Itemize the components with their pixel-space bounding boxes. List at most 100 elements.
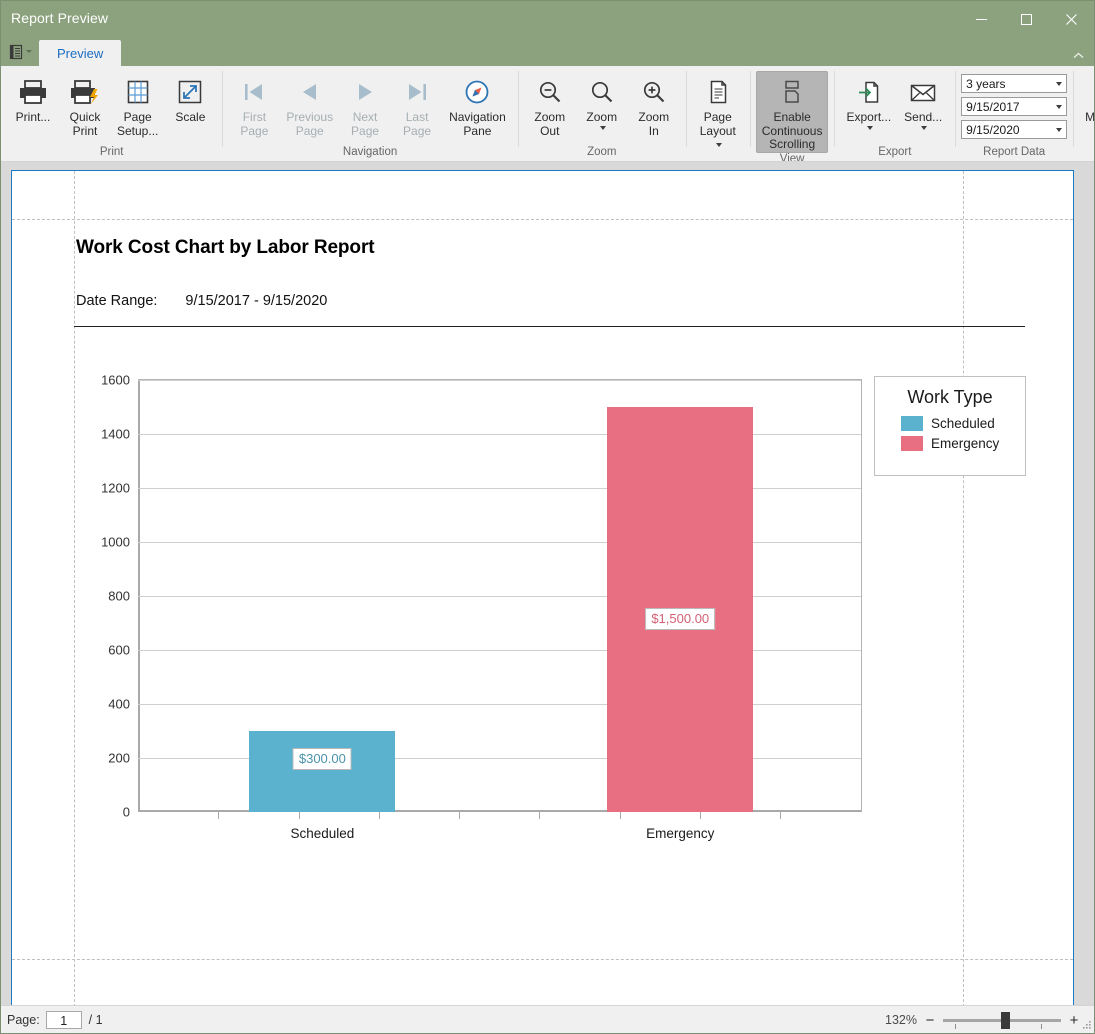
y-tick-label: 1600: [101, 372, 130, 388]
document-preview-area[interactable]: Work Cost Chart by Labor Report Date Ran…: [1, 162, 1094, 1005]
ribbon-group-view-label: View: [779, 152, 805, 162]
date-preset-value: 3 years: [966, 76, 1006, 91]
ribbon-group-report-data-label: Report Data: [983, 146, 1046, 158]
y-tick-label: 1400: [101, 426, 130, 442]
chart-plot-area: 1600 1400 1200 1000 800 600 400 200 0 $3…: [101, 373, 862, 841]
ribbon-group-report-actions: Memorize Report Customize Report Actions: [1073, 66, 1094, 161]
page-setup-button[interactable]: Page Setup...: [111, 71, 164, 139]
quick-access-caret-icon: [26, 50, 32, 53]
chevron-down-icon: [1049, 121, 1066, 138]
y-tick-label: 200: [108, 750, 130, 766]
page-number-input[interactable]: 1: [45, 1010, 82, 1029]
ribbon-tab-strip: Preview: [1, 37, 1094, 66]
ribbon-group-export: Export... Send... Export: [834, 66, 955, 161]
zoom-in-button-status[interactable]: +: [1068, 1013, 1080, 1028]
window-title: Report Preview: [11, 10, 109, 26]
legend-item-emergency: Emergency: [901, 436, 999, 451]
bar-scheduled: $300.00: [249, 731, 396, 812]
maximize-button[interactable]: [1004, 1, 1049, 37]
date-to-select[interactable]: 9/15/2020: [961, 120, 1068, 139]
legend-label-emergency: Emergency: [931, 436, 1000, 451]
zoom-out-button-status[interactable]: −: [924, 1013, 936, 1028]
resize-grip-icon[interactable]: [1080, 1019, 1092, 1031]
memorize-report-button-label: Memorize Report: [1085, 110, 1094, 138]
x-axis-label-emergency: Emergency: [646, 826, 715, 841]
legend-swatch-emergency: [901, 436, 923, 451]
ribbon-group-zoom: Zoom Out Zoom Zoom In Zoom: [517, 66, 686, 161]
ribbon-group-navigation: First Page Previous Page Next Page Last …: [222, 66, 517, 161]
zoom-out-button[interactable]: Zoom Out: [524, 71, 576, 139]
print-button[interactable]: Print...: [7, 71, 59, 126]
zoom-percent-label: 132%: [885, 1013, 917, 1027]
next-page-button[interactable]: Next Page: [339, 71, 391, 139]
scale-button[interactable]: Scale: [164, 71, 216, 126]
page-setup-button-label: Page Setup...: [117, 110, 159, 138]
x-tick-mark: [218, 812, 220, 819]
report-title: Work Cost Chart by Labor Report: [76, 237, 375, 258]
quick-access-toolbar[interactable]: [1, 37, 39, 66]
zoom-in-button-label: Zoom In: [638, 110, 670, 138]
ribbon-group-print-label: Print: [99, 146, 124, 158]
zoom-slider-notch: [1041, 1024, 1042, 1029]
y-tick-label: 1000: [101, 534, 130, 550]
compass-icon: [463, 75, 491, 109]
y-tick-label: 0: [122, 804, 130, 820]
page-layout-button[interactable]: Page Layout: [692, 71, 744, 153]
x-tick-mark: [298, 812, 300, 819]
export-button[interactable]: Export...: [840, 71, 897, 131]
date-from-select[interactable]: 9/15/2017: [961, 97, 1068, 116]
memorize-report-button[interactable]: Memorize Report: [1079, 71, 1094, 139]
zoom-slider-thumb[interactable]: [1001, 1012, 1010, 1029]
date-range-label: Date Range:: [76, 293, 158, 309]
window-controls: [959, 1, 1094, 37]
page-setup-icon: [124, 75, 152, 109]
chevron-down-icon: [1049, 98, 1066, 115]
quick-print-button-label: Quick Print: [69, 110, 101, 138]
first-page-icon: [241, 75, 267, 109]
legend-items: Scheduled Emergency: [875, 416, 999, 456]
export-icon: [855, 75, 883, 109]
ribbon-group-report-actions-label: Report Actions: [1073, 146, 1094, 161]
work-cost-chart: 1600 1400 1200 1000 800 600 400 200 0 $3…: [74, 371, 1026, 891]
report-date-range: Date Range: 9/15/2017 - 9/15/2020: [76, 293, 327, 309]
navigation-pane-button-label: Navigation Pane: [449, 110, 506, 138]
scale-button-label: Scale: [175, 110, 206, 124]
last-page-icon: [404, 75, 430, 109]
close-button[interactable]: [1049, 1, 1094, 37]
legend-title: Work Type: [907, 387, 993, 407]
close-icon: [1066, 13, 1077, 25]
send-button[interactable]: Send...: [897, 71, 949, 131]
previous-page-button-label: Previous Page: [286, 110, 334, 138]
ribbon-group-view: Enable Continuous Scrolling View: [749, 66, 835, 162]
navigation-pane-button[interactable]: Navigation Pane: [443, 71, 512, 139]
chart-legend: Work Type Scheduled Emergency: [874, 376, 1026, 476]
date-from-value: 9/15/2017: [966, 99, 1020, 114]
previous-page-button[interactable]: Previous Page: [280, 71, 339, 139]
zoom-menu-caret-icon: [598, 125, 606, 130]
zoom-in-button[interactable]: Zoom In: [628, 71, 680, 139]
legend-swatch-scheduled: [901, 416, 923, 431]
send-caret-icon: [919, 125, 928, 130]
legend-item-scheduled: Scheduled: [901, 416, 999, 431]
last-page-button[interactable]: Last Page: [391, 71, 443, 139]
last-page-button-label: Last Page: [403, 110, 432, 138]
zoom-menu-button[interactable]: Zoom: [576, 71, 628, 131]
minimize-button[interactable]: [959, 1, 1004, 37]
maximize-icon: [1021, 13, 1032, 25]
date-preset-select[interactable]: 3 years: [961, 74, 1068, 93]
ribbon-group-zoom-label: Zoom: [587, 146, 617, 158]
quick-print-button[interactable]: Quick Print: [59, 71, 111, 139]
tab-preview[interactable]: Preview: [39, 40, 122, 66]
first-page-button[interactable]: First Page: [228, 71, 280, 139]
zoom-controls: 132% − +: [883, 1006, 1080, 1034]
bar-label-scheduled: $300.00: [292, 748, 352, 770]
print-button-label: Print...: [15, 110, 51, 124]
chevron-down-icon: [1049, 75, 1066, 92]
x-tick-mark: [459, 812, 460, 819]
ribbon-collapse-button[interactable]: [1073, 51, 1084, 62]
chevron-up-icon: [1073, 52, 1084, 58]
date-range-value: 9/15/2017 - 9/15/2020: [185, 293, 328, 309]
zoom-slider[interactable]: [943, 1012, 1061, 1029]
enable-continuous-scrolling-button[interactable]: Enable Continuous Scrolling: [755, 71, 829, 153]
title-bar: Report Preview: [1, 1, 1094, 37]
